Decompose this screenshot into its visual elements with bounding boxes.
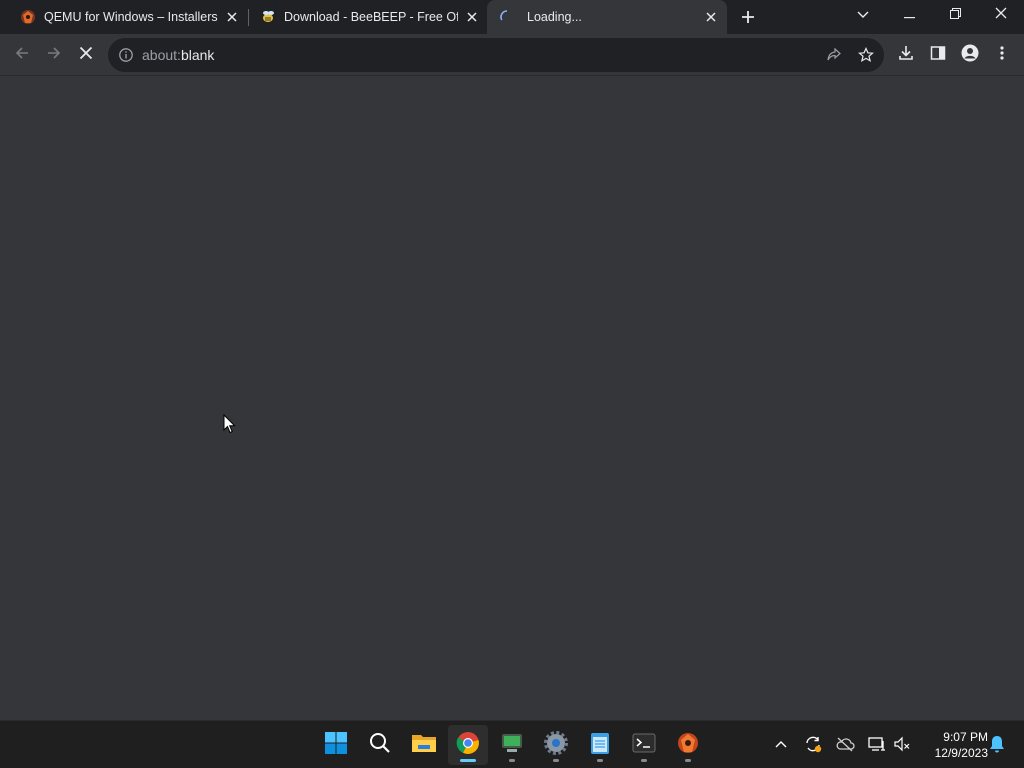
browser-toolbar: about:blank	[0, 34, 1024, 76]
downloads-button[interactable]	[894, 43, 918, 67]
close-window-button[interactable]	[978, 0, 1024, 30]
address-path: blank	[180, 47, 215, 63]
notepad-icon	[589, 731, 611, 760]
tab-strip: QEMU for Windows – Installers (6 Downloa…	[0, 0, 1024, 34]
taskbar-start-button[interactable]	[316, 725, 356, 765]
address-scheme: about:	[142, 47, 181, 63]
tray-sync-icon[interactable]	[802, 733, 824, 755]
settings-gear-icon	[544, 730, 568, 760]
running-indicator	[460, 759, 476, 762]
tab-close-icon[interactable]	[703, 9, 719, 25]
green-app-icon	[500, 732, 524, 759]
terminal-icon	[632, 733, 656, 758]
volume-muted-icon[interactable]	[891, 733, 913, 755]
running-indicator	[553, 759, 559, 762]
search-icon	[369, 732, 391, 759]
beebeep-icon	[260, 9, 276, 25]
profile-button[interactable]	[958, 43, 982, 67]
stop-loading-button[interactable]	[74, 43, 98, 67]
taskbar-terminal[interactable]	[624, 725, 664, 765]
tab-qemu[interactable]: QEMU for Windows – Installers (6	[0, 0, 248, 34]
windows-start-icon	[324, 731, 348, 760]
chevron-up-icon	[775, 735, 787, 753]
running-indicator	[597, 759, 603, 762]
running-indicator	[685, 759, 691, 762]
mouse-cursor-icon	[223, 413, 236, 439]
side-panel-icon	[930, 45, 946, 66]
share-icon[interactable]	[824, 45, 844, 65]
qemu-icon	[676, 731, 700, 760]
stop-x-icon	[79, 46, 93, 65]
taskbar: 9:07 PM 12/9/2023	[0, 720, 1024, 768]
taskbar-app-green[interactable]	[492, 725, 532, 765]
qemu-icon	[20, 9, 36, 25]
network-icon[interactable]	[866, 733, 888, 755]
tab-close-icon[interactable]	[224, 9, 240, 25]
new-tab-button[interactable]	[738, 7, 758, 27]
restore-button[interactable]	[932, 0, 978, 30]
taskbar-search-button[interactable]	[360, 725, 400, 765]
running-indicator	[509, 759, 515, 762]
address-bar[interactable]: about:blank	[108, 38, 884, 72]
menu-button[interactable]	[990, 43, 1014, 67]
side-panel-button[interactable]	[926, 43, 950, 67]
bookmark-star-icon[interactable]	[856, 45, 876, 65]
notification-bell-icon[interactable]	[986, 733, 1008, 755]
system-clock[interactable]: 9:07 PM 12/9/2023	[918, 729, 988, 761]
back-arrow-icon	[14, 45, 30, 66]
taskbar-settings[interactable]	[536, 725, 576, 765]
close-icon	[995, 6, 1007, 24]
address-text[interactable]: about:blank	[142, 47, 214, 63]
clock-time: 9:07 PM	[943, 730, 988, 744]
chrome-icon	[456, 731, 480, 760]
minimize-button[interactable]	[886, 0, 932, 30]
restore-icon	[949, 6, 961, 24]
loading-spinner-icon	[499, 9, 515, 25]
kebab-menu-icon	[1000, 45, 1004, 66]
page-content[interactable]	[0, 76, 1024, 720]
chevron-down-icon	[857, 6, 869, 24]
back-button[interactable]	[10, 43, 34, 67]
taskbar-chrome[interactable]	[448, 725, 488, 765]
folder-icon	[411, 732, 437, 759]
download-icon	[898, 45, 914, 66]
taskbar-notepad[interactable]	[580, 725, 620, 765]
running-indicator	[641, 759, 647, 762]
tab-title: Loading...	[527, 10, 582, 24]
tab-beebeep[interactable]: Download - BeeBEEP - Free Offic	[240, 0, 488, 34]
tab-search-button[interactable]	[840, 0, 886, 30]
clock-date: 12/9/2023	[934, 746, 988, 760]
info-icon[interactable]	[118, 47, 134, 68]
onedrive-offline-icon[interactable]	[834, 733, 856, 755]
avatar-icon	[961, 44, 979, 67]
minimize-icon	[903, 6, 915, 24]
tab-title: Download - BeeBEEP - Free Offic	[284, 10, 458, 24]
forward-button[interactable]	[42, 43, 66, 67]
taskbar-file-explorer[interactable]	[404, 725, 444, 765]
taskbar-qemu[interactable]	[668, 725, 708, 765]
tab-loading[interactable]: Loading...	[487, 0, 727, 34]
tab-close-icon[interactable]	[464, 9, 480, 25]
show-hidden-icons-button[interactable]	[770, 733, 792, 755]
tab-title: QEMU for Windows – Installers (6	[44, 10, 218, 24]
forward-arrow-icon	[46, 45, 62, 66]
